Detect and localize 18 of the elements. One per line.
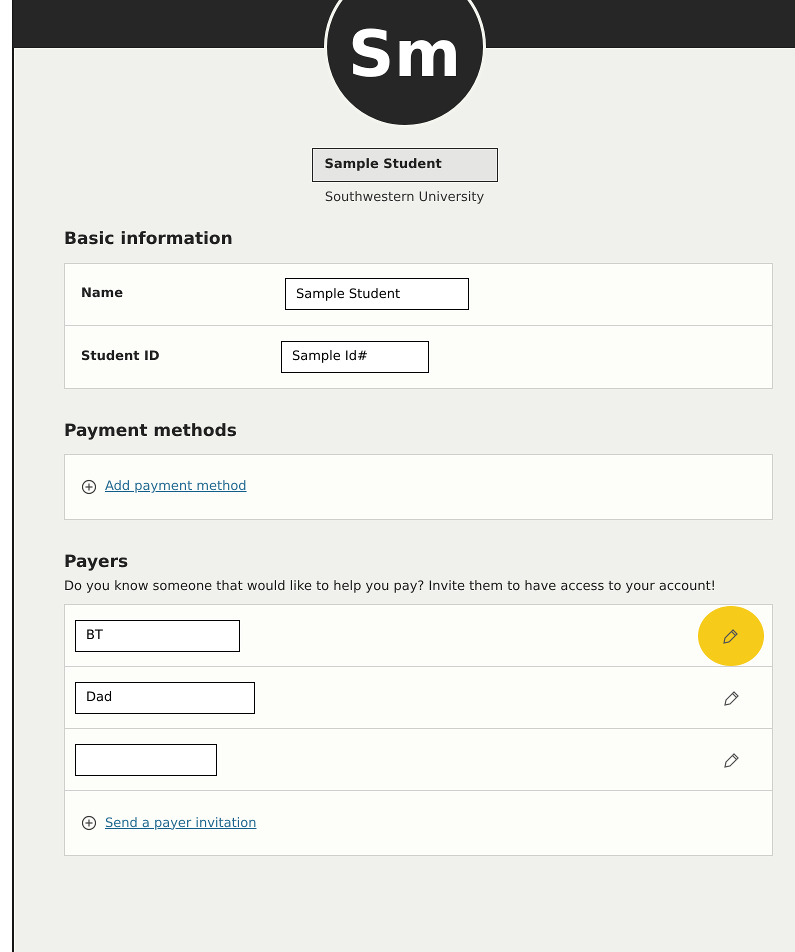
add-payment-link[interactable]: Add payment method bbox=[105, 477, 247, 497]
text-field[interactable]: Sample Id# bbox=[281, 340, 429, 372]
section-title: Payment methods bbox=[64, 420, 238, 442]
text-field[interactable]: Sample Student bbox=[285, 278, 469, 310]
add-icon bbox=[81, 479, 97, 495]
payer-field[interactable]: BT bbox=[75, 620, 240, 652]
payer-field[interactable]: Dad bbox=[75, 682, 255, 714]
payer-field[interactable] bbox=[75, 744, 217, 776]
section-title: Basic information bbox=[64, 228, 234, 251]
profile-name: Sample Student bbox=[312, 148, 498, 182]
field-label: Student ID bbox=[80, 348, 161, 366]
payers-description: Do you know someone that would like to help you pay? Invite them to have access to your account! bbox=[64, 578, 717, 596]
avatar: Sm bbox=[324, 0, 486, 128]
field-label: Name bbox=[80, 285, 124, 304]
invite-link[interactable]: Send a payer invitation bbox=[105, 814, 256, 834]
section-title: Payers bbox=[64, 551, 130, 574]
add-icon bbox=[81, 815, 97, 832]
school-name: Southwestern University bbox=[324, 188, 484, 206]
